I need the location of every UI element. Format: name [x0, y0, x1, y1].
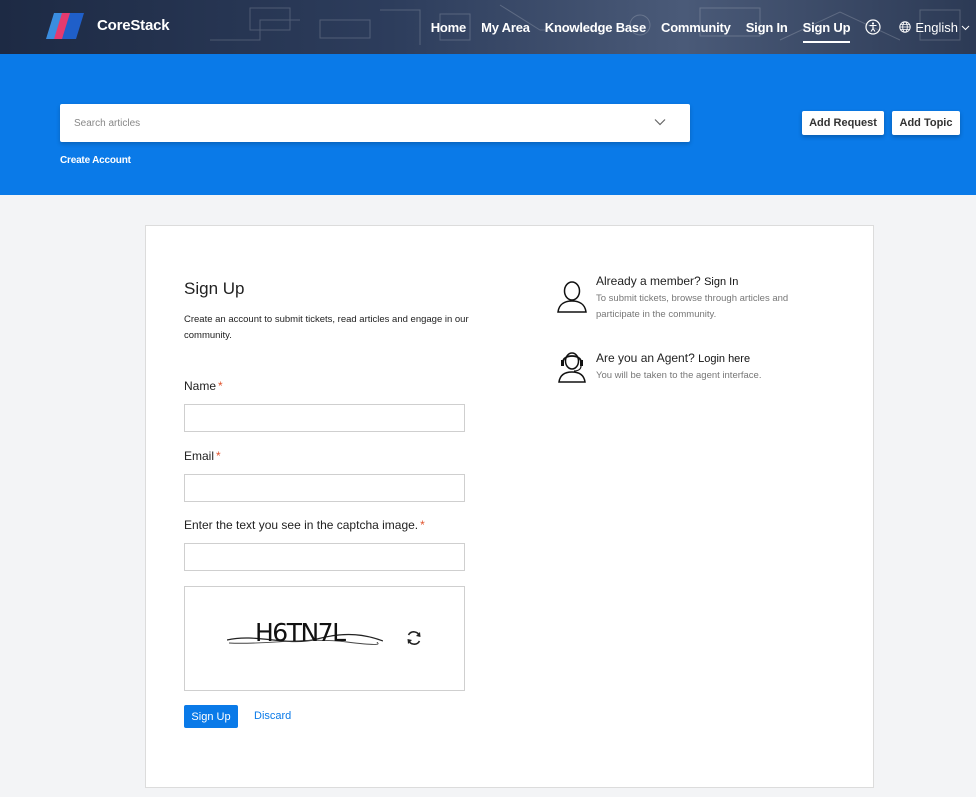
nav-my-area[interactable]: My Area — [481, 20, 530, 35]
nav-sign-up[interactable]: Sign Up — [802, 20, 851, 43]
email-label-text: Email — [184, 449, 215, 463]
brand-name[interactable]: CoreStack — [97, 17, 170, 34]
nav-links: Home My Area Knowledge Base Community Si… — [431, 0, 976, 54]
language-selector[interactable]: English — [899, 20, 970, 35]
refresh-icon[interactable] — [405, 629, 423, 647]
user-icon — [557, 281, 587, 313]
captcha-field[interactable] — [184, 543, 465, 571]
email-label: Email * — [184, 449, 221, 463]
corestack-logo[interactable] — [44, 13, 84, 39]
nav-sign-in[interactable]: Sign In — [746, 20, 788, 35]
headset-agent-icon — [558, 352, 586, 383]
email-input[interactable] — [185, 475, 464, 501]
nav-community[interactable]: Community — [661, 20, 731, 35]
member-title-text: Already a member? — [596, 274, 701, 288]
signup-card: Sign Up Create an account to submit tick… — [145, 225, 874, 788]
chevron-down-icon — [961, 25, 970, 30]
name-input[interactable] — [185, 405, 464, 431]
create-account-link[interactable]: Create Account — [60, 155, 131, 166]
accessibility-icon[interactable] — [865, 19, 881, 35]
top-navbar: CoreStack Home My Area Knowledge Base Co… — [0, 0, 976, 54]
agent-description: You will be taken to the agent interface… — [596, 370, 762, 381]
globe-icon — [899, 21, 912, 33]
chevron-down-icon[interactable] — [654, 117, 666, 127]
agent-title-text: Are you an Agent? — [596, 351, 695, 365]
email-field[interactable] — [184, 474, 465, 502]
page-subtitle: Create an account to submit tickets, rea… — [184, 314, 469, 341]
member-description: To submit tickets, browse through articl… — [596, 293, 789, 320]
login-here-link[interactable]: Login here — [698, 353, 750, 365]
discard-link[interactable]: Discard — [254, 710, 291, 722]
nav-home[interactable]: Home — [431, 20, 467, 35]
name-field[interactable] — [184, 404, 465, 432]
nav-knowledge-base[interactable]: Knowledge Base — [545, 20, 646, 35]
captcha-text: H6TN7L — [255, 618, 346, 647]
agent-title: Are you an Agent? Login here — [596, 351, 750, 365]
add-request-button[interactable]: Add Request — [802, 111, 884, 135]
required-marker: * — [420, 518, 425, 532]
search-input[interactable] — [74, 104, 634, 142]
captcha-label-text: Enter the text you see in the captcha im… — [184, 518, 419, 532]
search-banner: Create Account Add Request Add Topic — [0, 54, 976, 195]
captcha-input[interactable] — [185, 544, 464, 570]
add-topic-button[interactable]: Add Topic — [892, 111, 960, 135]
captcha-box: H6TN7L — [184, 586, 465, 691]
name-label-text: Name — [184, 379, 217, 393]
search-box[interactable] — [60, 104, 690, 142]
member-title: Already a member? Sign In — [596, 274, 738, 288]
sign-up-button[interactable]: Sign Up — [184, 705, 238, 728]
name-label: Name * — [184, 379, 223, 393]
captcha-image: H6TN7L — [227, 615, 383, 655]
sign-in-link[interactable]: Sign In — [704, 276, 738, 288]
captcha-label: Enter the text you see in the captcha im… — [184, 518, 425, 532]
page-title: Sign Up — [184, 279, 245, 298]
language-label: English — [915, 19, 958, 35]
required-marker: * — [216, 449, 221, 463]
required-marker: * — [218, 379, 223, 393]
